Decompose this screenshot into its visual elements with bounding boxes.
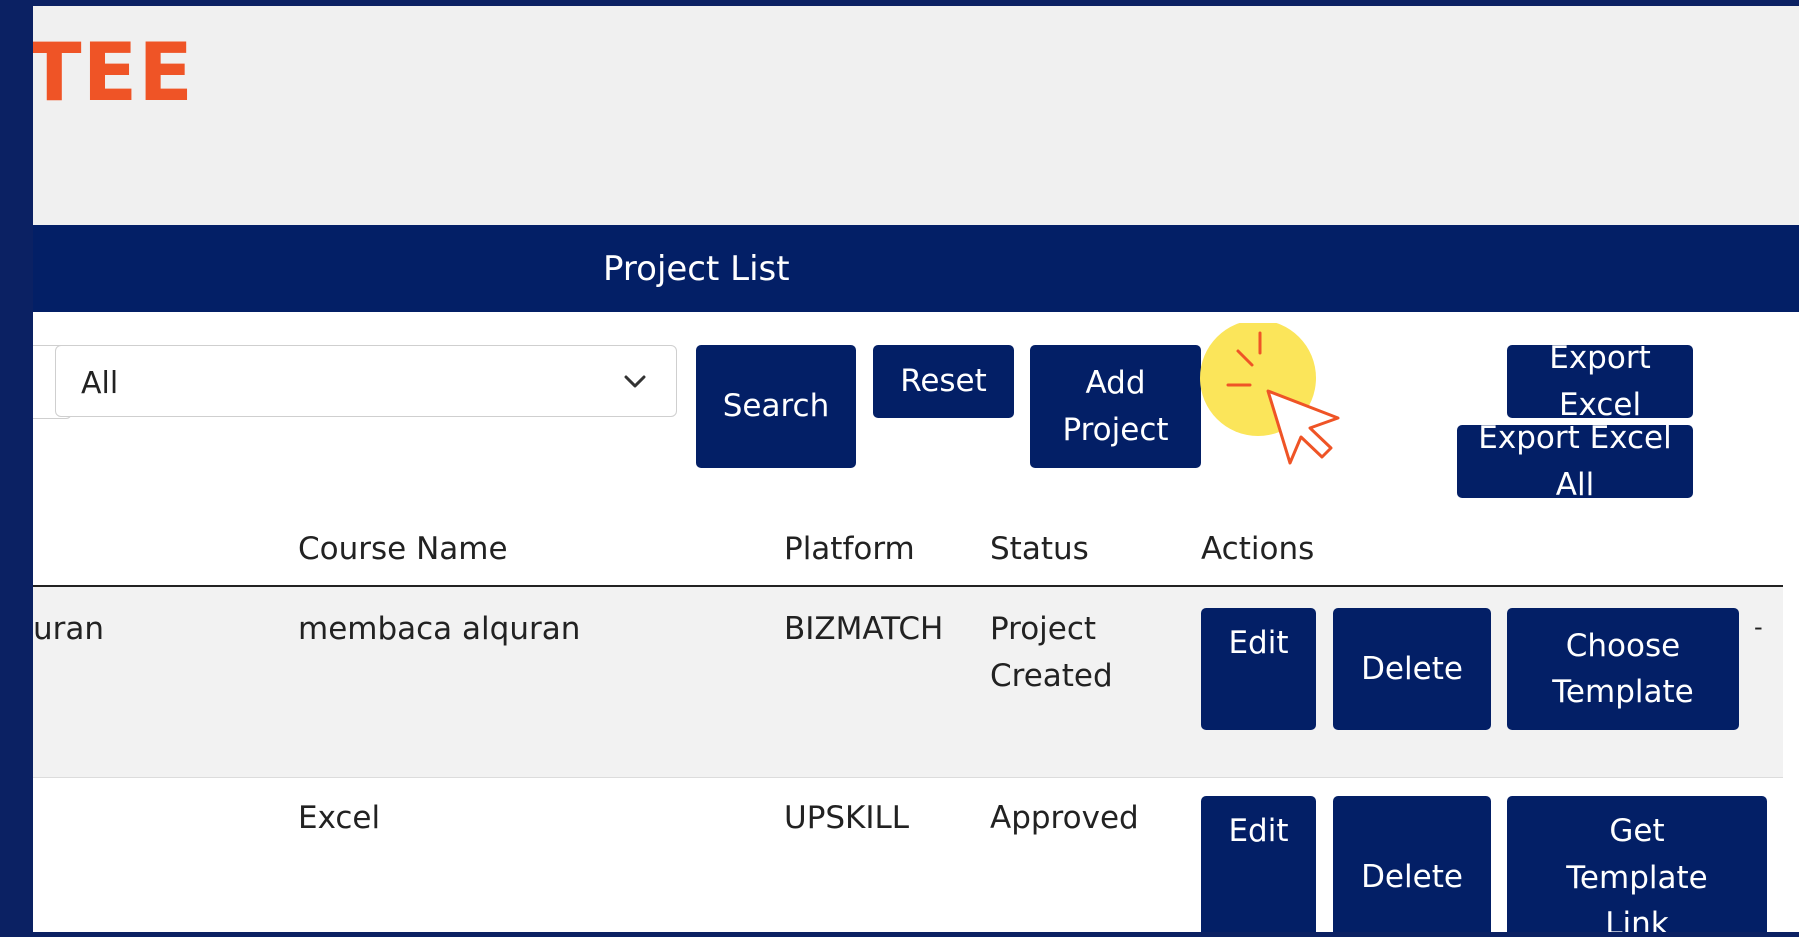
project-title-cell: uran	[33, 611, 105, 647]
status-filter-select[interactable]: All	[55, 345, 677, 417]
delete-button[interactable]: Delete	[1333, 796, 1491, 932]
chevron-down-icon	[624, 375, 646, 388]
export-excel-all-button[interactable]: Export Excel All	[1457, 420, 1693, 503]
page-title: Project List	[603, 249, 790, 289]
column-header-platform[interactable]: Platform	[784, 531, 915, 567]
search-button[interactable]: Search	[696, 345, 856, 468]
delete-button[interactable]: Delete	[1333, 608, 1491, 730]
add-project-button[interactable]: Add Project	[1030, 345, 1201, 468]
column-header-actions: Actions	[1201, 531, 1315, 567]
status-cell: Project Created	[990, 611, 1113, 694]
course-name-cell: Excel	[298, 800, 381, 836]
get-template-link-button[interactable]: Get Template Link	[1507, 796, 1767, 932]
column-header-status[interactable]: Status	[990, 531, 1089, 567]
cursor-click-icon	[1198, 320, 1358, 473]
column-header-course-name[interactable]: Course Name	[298, 531, 508, 567]
page-title-bar: Project List	[33, 225, 1799, 312]
status-cell: Approved	[990, 800, 1139, 836]
platform-cell: UPSKILL	[784, 800, 910, 836]
platform-cell: BIZMATCH	[784, 611, 944, 647]
choose-template-button[interactable]: Choose Template	[1507, 608, 1739, 730]
edit-button[interactable]: Edit	[1201, 796, 1316, 932]
status-filter-value: All	[81, 366, 119, 401]
row-trailing-dash: -	[1754, 613, 1763, 641]
export-excel-button[interactable]: Export Excel	[1507, 340, 1693, 423]
reset-button[interactable]: Reset	[873, 345, 1014, 418]
header-area: TEE	[33, 6, 1799, 225]
course-name-cell: membaca alquran	[298, 611, 581, 647]
edit-button[interactable]: Edit	[1201, 608, 1316, 730]
app-window: TEE Project List All Search Reset Add Pr…	[33, 6, 1799, 932]
brand-logo-text: TEE	[33, 26, 194, 119]
